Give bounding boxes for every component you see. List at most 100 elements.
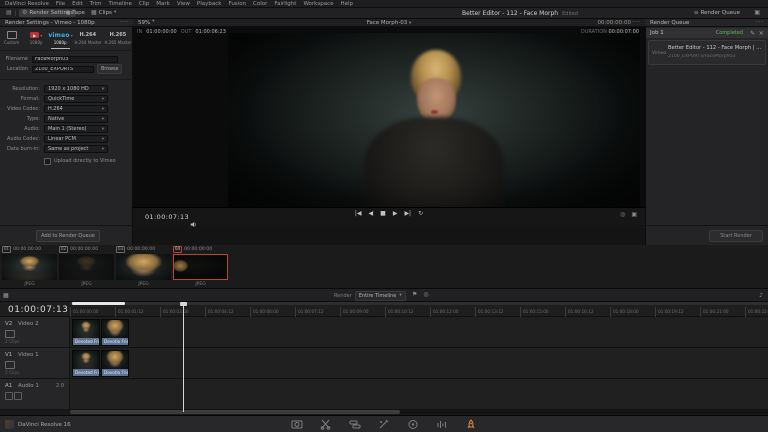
fairlight-page-icon[interactable] bbox=[435, 418, 449, 431]
video-codec-select[interactable]: H.264▾ bbox=[44, 105, 108, 113]
delete-job-icon[interactable]: × bbox=[759, 29, 764, 37]
chevron-down-icon: ▾ bbox=[102, 87, 104, 92]
strip-clip-4-selected[interactable]: 04 00:00:00:00 JPEG bbox=[173, 246, 228, 288]
youtube-icon: ▶ bbox=[30, 32, 39, 38]
resolution-select[interactable]: 1920 x 1080 HD▾ bbox=[44, 85, 108, 93]
tape-button[interactable]: ◉ Tape bbox=[62, 9, 88, 17]
ellipsis-icon[interactable]: ··· bbox=[755, 19, 764, 26]
track-enable-icon[interactable] bbox=[5, 361, 15, 369]
flag-marker-icon[interactable]: ⚑ bbox=[412, 292, 417, 298]
timeline-clip[interactable]: Devoted Frie... bbox=[72, 350, 100, 377]
menu-workspace[interactable]: Workspace bbox=[303, 1, 333, 7]
preset-h265[interactable]: H.265 H.265 Master bbox=[103, 29, 133, 49]
timeline-scrollbar[interactable] bbox=[70, 410, 768, 414]
play-icon[interactable]: ▶ bbox=[393, 211, 398, 217]
data-burn-in-select[interactable]: Same as project▾ bbox=[44, 145, 108, 153]
timeline-zoom-range[interactable] bbox=[70, 302, 768, 305]
last-frame-icon[interactable]: ▶| bbox=[404, 211, 411, 217]
cut-page-icon[interactable] bbox=[319, 418, 333, 431]
audio-arm-icon[interactable] bbox=[5, 392, 13, 400]
clip-thumbnail[interactable] bbox=[59, 254, 114, 280]
ellipsis-icon[interactable]: ··· bbox=[120, 19, 129, 26]
track-v1-header[interactable]: V1 Video 1 2 Clips bbox=[0, 348, 70, 378]
add-to-render-queue-button[interactable]: Add to Render Queue bbox=[36, 230, 100, 242]
menu-mark[interactable]: Mark bbox=[156, 1, 170, 7]
upload-vimeo-checkbox[interactable] bbox=[44, 158, 51, 165]
workspace-panel-icon[interactable]: ▣ bbox=[751, 9, 763, 17]
track-v1-lane[interactable]: Devoted Frie... Devotio Frie... bbox=[70, 348, 768, 378]
menu-clip[interactable]: Clip bbox=[139, 1, 149, 7]
preset-h264[interactable]: H.264 H.264 Master bbox=[73, 29, 103, 49]
track-enable-icon[interactable] bbox=[5, 330, 15, 338]
fusion-page-icon[interactable] bbox=[377, 418, 391, 431]
audio-select[interactable]: Main 1 (Stereo)▾ bbox=[44, 125, 108, 133]
track-v2-header[interactable]: V2 Video 2 2 Clips bbox=[0, 317, 70, 347]
playhead-handle[interactable] bbox=[180, 302, 187, 306]
track-a1-header[interactable]: A1 Audio 1 2.0 bbox=[0, 379, 70, 409]
strip-clip-3[interactable]: 03 00:00:00:00 JPEG bbox=[116, 246, 171, 288]
menu-trim[interactable]: Trim bbox=[90, 1, 102, 7]
scrollbar-thumb[interactable] bbox=[70, 410, 400, 414]
menu-view[interactable]: View bbox=[177, 1, 190, 7]
render-job-row[interactable]: Job 1 Completed ✎ × bbox=[646, 28, 768, 38]
type-select[interactable]: Native▾ bbox=[44, 115, 108, 123]
menu-color[interactable]: Color bbox=[253, 1, 267, 7]
preset-custom[interactable]: Custom bbox=[0, 29, 24, 49]
snapshot-icon[interactable]: ◎ bbox=[423, 292, 428, 298]
snapshot-icon[interactable]: ◎ bbox=[620, 212, 625, 218]
menu-edit[interactable]: Edit bbox=[72, 1, 83, 7]
menu-playback[interactable]: Playback bbox=[197, 1, 222, 7]
render-queue-button[interactable]: ≡ Render Queue bbox=[691, 9, 743, 17]
playhead[interactable] bbox=[183, 302, 184, 412]
edit-page-icon[interactable] bbox=[348, 418, 362, 431]
clips-dropdown[interactable]: ▦ Clips ▾ bbox=[88, 9, 119, 17]
viewer-clip-selector[interactable]: Face Morph-03 ▾ bbox=[133, 20, 645, 27]
preset-youtube[interactable]: ▶▾ 1080p bbox=[24, 29, 48, 49]
audio-meters-icon[interactable]: ♪ bbox=[759, 292, 763, 299]
strip-clip-2[interactable]: 02 00:00:00:00 JPEG bbox=[59, 246, 114, 288]
browse-button[interactable]: Browse bbox=[97, 64, 122, 74]
timeline-clip[interactable]: Devotio Frie... bbox=[101, 350, 129, 377]
strip-clip-1[interactable]: 01 00:00:00:00 JPEG bbox=[2, 246, 57, 288]
clip-thumbnail[interactable] bbox=[116, 254, 171, 280]
menu-fusion[interactable]: Fusion bbox=[228, 1, 246, 7]
timeline-view-icon[interactable]: ▦ bbox=[3, 292, 9, 299]
audio-mute-icon[interactable] bbox=[14, 392, 22, 400]
color-page-icon[interactable] bbox=[406, 418, 420, 431]
location-input[interactable] bbox=[32, 66, 94, 73]
video-preview[interactable] bbox=[228, 33, 640, 207]
audio-codec-select[interactable]: Linear PCM▾ bbox=[44, 135, 108, 143]
stop-icon[interactable]: ■ bbox=[380, 211, 386, 217]
media-page-icon[interactable] bbox=[290, 418, 304, 431]
preset-vimeo[interactable]: vimeo▾ 1080p bbox=[48, 29, 72, 49]
h265-icon: H.265 bbox=[110, 32, 127, 38]
menu-timeline[interactable]: Timeline bbox=[109, 1, 132, 7]
track-a1-lane[interactable] bbox=[70, 379, 768, 409]
clip-thumbnail[interactable] bbox=[2, 254, 57, 280]
clip-thumbnail[interactable] bbox=[173, 254, 228, 280]
menu-help[interactable]: Help bbox=[341, 1, 354, 7]
expand-icon[interactable]: ▣ bbox=[631, 212, 637, 218]
track-v2-lane[interactable]: Devoted Frie... Devotio Frie... bbox=[70, 317, 768, 347]
deliver-page-icon[interactable] bbox=[464, 418, 478, 431]
menu-file[interactable]: File bbox=[56, 1, 65, 7]
viewer-timecode-field[interactable]: 00:00:00:00 bbox=[597, 20, 631, 26]
speaker-icon[interactable] bbox=[190, 213, 197, 232]
filename-input[interactable] bbox=[32, 56, 118, 63]
first-frame-icon[interactable]: |◀ bbox=[355, 211, 362, 217]
render-mode-dropdown[interactable]: Entire Timeline ▾ bbox=[355, 291, 406, 301]
menu-davinci-resolve[interactable]: DaVinci Resolve bbox=[5, 1, 49, 7]
timeline-clip[interactable]: Devoted Frie... bbox=[72, 319, 100, 346]
panel-toggle-icon[interactable]: ▤ bbox=[3, 9, 15, 17]
timeline-clip[interactable]: Devotio Frie... bbox=[101, 319, 129, 346]
loop-icon[interactable]: ↻ bbox=[418, 211, 423, 217]
top-toolbar: ▤ ⚙ Render Settings ◉ Tape ▦ Clips ▾ Bet… bbox=[0, 8, 768, 19]
ellipsis-icon[interactable]: ··· bbox=[632, 19, 641, 26]
menu-fairlight[interactable]: Fairlight bbox=[274, 1, 296, 7]
edit-pencil-icon[interactable]: ✎ bbox=[750, 30, 755, 37]
format-select[interactable]: QuickTime▾ bbox=[44, 95, 108, 103]
start-render-button[interactable]: Start Render bbox=[709, 230, 763, 242]
timeline-ruler[interactable]: 01:00:07:13 01:00:00:0001:00:01:12 01:00… bbox=[0, 302, 768, 317]
step-back-icon[interactable]: ◀ bbox=[369, 211, 374, 217]
render-job-card[interactable]: Vimeo Better Editor - 112 - Face Morph |… bbox=[648, 40, 766, 65]
